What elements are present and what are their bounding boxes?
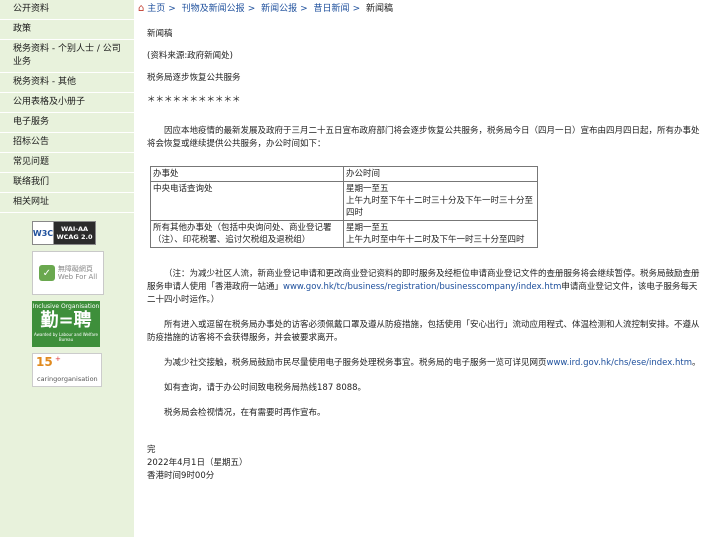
main-content: 新闻稿 (资料来源:政府新闻处) 税务局逐步恢复公共服务 ＊＊＊＊＊＊＊＊＊＊＊… [147,28,702,483]
sidebar-item-forms-booklets[interactable]: 公用表格及小册子 [0,93,134,113]
paragraph-review: 税务局会检视情况，在有需要时再作宣布。 [164,408,326,418]
wcag-badge[interactable]: W3C WAI-AA WCAG 2.0 [32,221,96,245]
hours-times: 上午九时至中午十二时及下午一时三十分至四时 [346,235,525,245]
web-for-all-icon: ✓ [38,265,55,281]
breadcrumb-separator-icon: > [168,4,176,14]
breadcrumb-press-releases[interactable]: 新闻公报 [261,4,297,14]
breadcrumb-separator-icon: > [300,4,308,14]
web-for-all-english: Web For All [57,273,98,281]
hours-times: 上午九时至下午十二时三十分及下午一时三十分至四时 [346,196,534,218]
breadcrumb-publications[interactable]: 刊物及新闻公报 [182,4,245,14]
table-cell-office: 所有其他办事处（包括中央询问处、商业登记署（注）、印花税署、追讨欠税组及退税组） [150,220,344,248]
caring-organisation-badge[interactable]: 15 + caringorganisation [32,353,102,387]
paragraph-masks: 所有进入或逗留在税务局办事处的访客必须佩戴口罩及遵从防疫措施，包括使用「安心出行… [147,320,700,343]
sidebar-item-eservices[interactable]: 电子服务 [0,113,134,133]
paragraph-note: （注：为减少社区人流，新商业登记申请和更改商业登记资料的即时服务及经柜位申请商业… [147,268,702,307]
caring-wordmark: caringorganisation [37,375,98,383]
badge-area: W3C WAI-AA WCAG 2.0 ✓ 無障礙網頁 Web For All … [0,213,134,387]
paragraph-opening: 因应本地疫情的最新发展及政府于三月二十五日宣布政府部门将会逐步恢复公共服务，税务… [147,126,700,149]
table-cell-hours: 星期一至五 上午九时至下午十二时三十分及下午一时三十分至四时 [343,181,538,221]
breadcrumb: ⌂ 主页 > 刊物及新闻公报 > 新闻公报 > 昔日新闻 > 新闻稿 [138,2,710,18]
breadcrumb-current: 新闻稿 [365,4,393,14]
breadcrumb-home[interactable]: 主页 [147,4,165,14]
sidebar-item-related-links[interactable]: 相关网址 [0,193,134,213]
wcag-level: WAI-AA [60,225,89,233]
inclusive-subtitle: Awarded by Labour and Welfare Bureau [34,332,98,342]
web-for-all-chinese: 無障礙網頁 [57,265,93,273]
hours-days: 星期一至五 [346,223,389,233]
end-mark: 完 [147,445,156,455]
release-time: 香港时间9时00分 [147,471,215,481]
sidebar-item-tenders[interactable]: 招标公告 [0,133,134,153]
source-line: (资料来源:政府新闻处) [147,51,233,61]
table-header-row: 办事处 办公时间 [150,166,538,182]
web-for-all-badge[interactable]: ✓ 無障礙網頁 Web For All [32,251,104,295]
table-cell-office: 中央电话查询处 [150,181,344,221]
sidebar-item-tax-individual-company[interactable]: 税务资料 - 个别人士 / 公司业务 [0,40,134,73]
page-title: 新闻稿 [147,29,173,39]
breadcrumb-separator-icon: > [352,4,361,14]
paragraph-eservices: 为减少社交接触，税务局鼓励市民尽量使用电子服务处理税务事宜。税务局的电子服务一览… [147,357,702,370]
ird-eservices-link[interactable]: www.ird.gov.hk/chs/ese/index.htm [547,358,692,368]
hours-days: 星期一至五 [346,184,389,194]
eservices-text-end: 。 [692,358,701,368]
sidebar-item-policy[interactable]: 政策 [0,20,134,40]
paragraph-enquiry: 如有查询，请于办公时间致电税务局热线187 8088。 [164,383,367,393]
breadcrumb-separator-icon: > [247,4,256,14]
home-icon[interactable]: ⌂ [138,3,144,14]
inclusive-logo-text: 勤=聘 [40,310,92,331]
table-row: 中央电话查询处 星期一至五 上午九时至下午十二时三十分及下午一时三十分至四时 [150,181,538,221]
star-separator: ＊＊＊＊＊＊＊＊＊＊＊ [147,95,241,105]
breadcrumb-past-news[interactable]: 昔日新闻 [314,4,350,14]
caring-plus: + [55,355,61,363]
wcag-aa-label: WAI-AA WCAG 2.0 [54,222,95,244]
inclusive-title: Inclusive Organisation [32,303,100,310]
press-title: 税务局逐步恢复公共服务 [147,73,241,83]
gov-hk-link[interactable]: www.gov.hk/tc/business/registration/busi… [283,282,561,292]
web-for-all-text: 無障礙網頁 Web For All [58,265,97,281]
sidebar-item-tax-other[interactable]: 税务资料 - 其他 [0,73,134,93]
caring-years: 15 [36,355,53,369]
sidebar-item-public-info[interactable]: 公开资料 [0,0,134,20]
release-date: 2022年4月1日（星期五） [147,458,248,468]
office-hours-table: 办事处 办公时间 中央电话查询处 星期一至五 上午九时至下午十二时三十分及下午一… [150,166,538,248]
table-row: 所有其他办事处（包括中央询问处、商业登记署（注）、印花税署、追讨欠税组及退税组）… [150,220,538,248]
sidebar: 公开资料 政策 税务资料 - 个别人士 / 公司业务 税务资料 - 其他 公用表… [0,0,134,537]
table-header-hours: 办公时间 [343,166,538,182]
w3c-logo: W3C [33,222,54,244]
table-cell-hours: 星期一至五 上午九时至中午十二时及下午一时三十分至四时 [343,220,538,248]
inclusive-organisation-badge[interactable]: Inclusive Organisation 勤=聘 Awarded by La… [32,301,100,347]
sidebar-item-faq[interactable]: 常见问题 [0,153,134,173]
wcag-version: WCAG 2.0 [56,233,93,241]
sidebar-item-contact[interactable]: 联络我们 [0,173,134,193]
table-header-office: 办事处 [150,166,344,182]
eservices-text: 为减少社交接触，税务局鼓励市民尽量使用电子服务处理税务事宜。税务局的电子服务一览… [164,358,547,368]
